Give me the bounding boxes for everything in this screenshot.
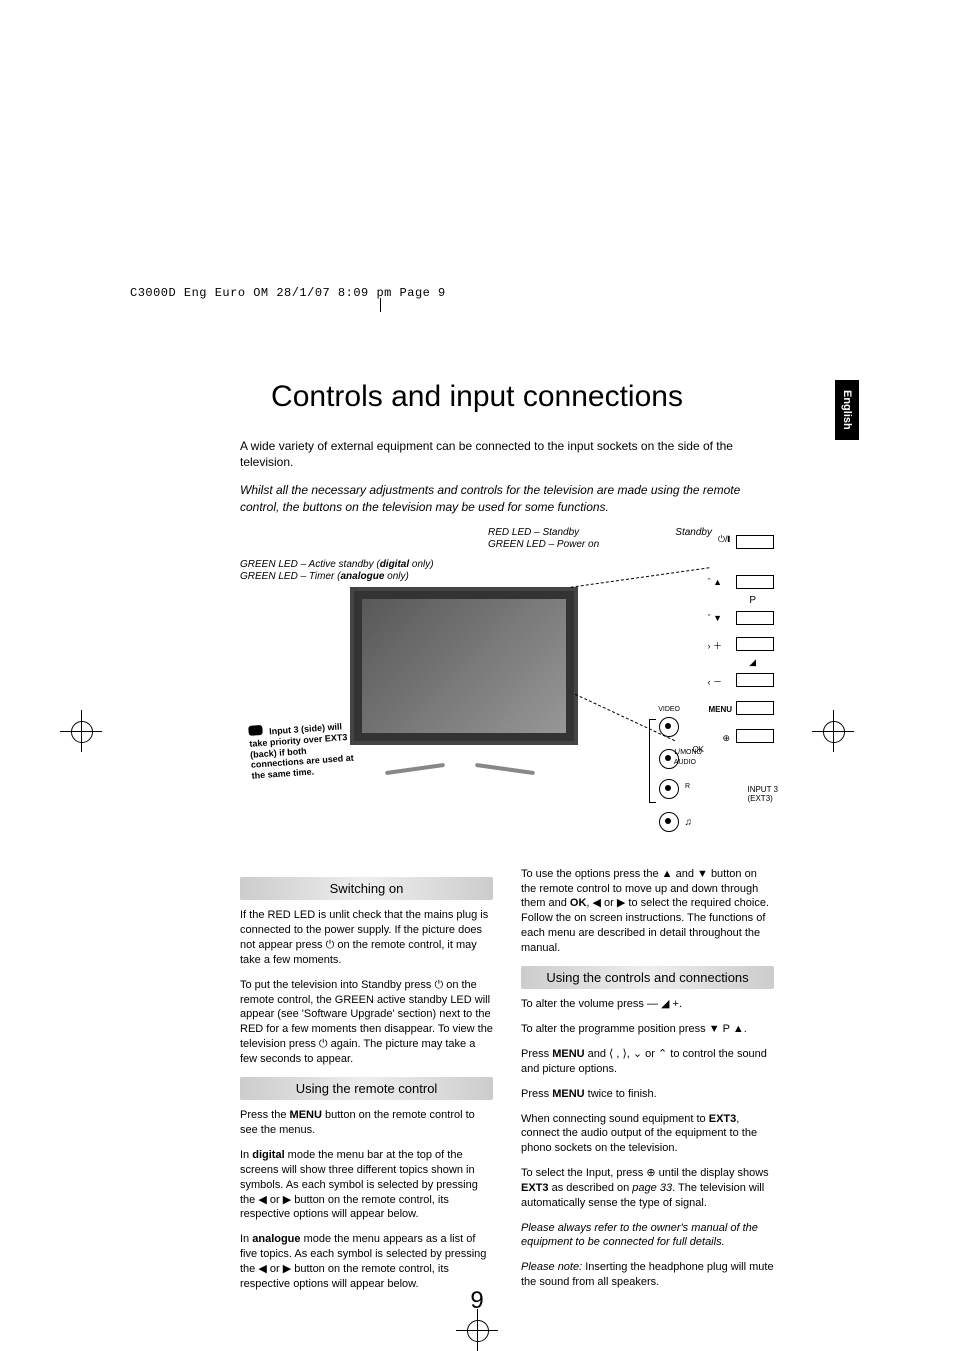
controls-p8: Please note: Inserting the headphone plu…: [521, 1260, 774, 1290]
switching-on-p2: To put the television into Standby press…: [240, 978, 493, 1067]
remote-p2: In digital mode the menu bar at the top …: [240, 1148, 493, 1222]
print-job-header: C3000D Eng Euro OM 28/1/07 8:09 pm Page …: [130, 286, 446, 300]
video-jack[interactable]: [659, 717, 679, 737]
registration-mark: [380, 298, 381, 312]
led-label-standby: RED LED – Standby GREEN LED – Power on: [488, 527, 599, 552]
controls-p1: To alter the volume press — ◢ +.: [521, 997, 774, 1012]
note-clip-icon: [248, 725, 263, 736]
right-column: To use the options press the ▲ and ▼ but…: [521, 867, 774, 1302]
leader-line: [571, 567, 710, 587]
priority-note: Input 3 (side) will take priority over E…: [248, 718, 362, 782]
registration-mark-right: [812, 710, 854, 752]
arrow-down-icon: ˇ ▼: [708, 613, 722, 623]
audio-label: AUDIO: [674, 759, 696, 766]
panel-vol-up-button[interactable]: [736, 637, 774, 651]
panel-input-button[interactable]: [736, 729, 774, 743]
registration-mark-bottom: [456, 1309, 498, 1351]
standby-text-label: Standby: [675, 527, 712, 540]
remote-p1: Press the MENU button on the remote cont…: [240, 1108, 493, 1138]
manual-page: C3000D Eng Euro OM 28/1/07 8:09 pm Page …: [0, 0, 954, 1351]
controls-p7: Please always refer to the owner's manua…: [521, 1221, 774, 1251]
plus-icon: › ＋: [708, 639, 723, 652]
l-mono-label: L/MONO: [674, 749, 702, 756]
page-title: Controls and input connections: [70, 380, 884, 414]
intro-line-1: A wide variety of external equipment can…: [240, 438, 774, 470]
content-columns: Switching on If the RED LED is unlit che…: [240, 867, 774, 1302]
video-label: VIDEO: [658, 706, 680, 713]
remote-p3: In analogue mode the menu appears as a l…: [240, 1232, 493, 1291]
audio-r-jack[interactable]: [659, 779, 679, 799]
tv-stand-illustration: [395, 741, 525, 771]
arrow-up-icon: ˆ ▲: [708, 577, 722, 587]
controls-p2: To alter the programme position press ▼ …: [521, 1022, 774, 1037]
intro-block: A wide variety of external equipment can…: [240, 438, 774, 515]
registration-mark-left: [60, 710, 102, 752]
panel-prog-down-button[interactable]: [736, 611, 774, 625]
switching-on-p1: If the RED LED is unlit check that the m…: [240, 908, 493, 967]
panel-standby-button[interactable]: [736, 535, 774, 549]
section-heading-switching-on: Switching on: [240, 877, 493, 901]
tv-illustration: [350, 587, 578, 745]
tv-diagram: RED LED – Standby GREEN LED – Power on S…: [240, 527, 774, 847]
panel-prog-up-button[interactable]: [736, 575, 774, 589]
left-column: Switching on If the RED LED is unlit che…: [240, 867, 493, 1302]
controls-p3: Press MENU and ⟨ , ⟩, ⌄ or ⌃ to control …: [521, 1047, 774, 1077]
input3-label: INPUT 3(EXT3): [747, 785, 778, 803]
p-icon: P: [749, 595, 756, 606]
headphone-jack[interactable]: [659, 812, 679, 832]
standby-icon: ⏻/❙: [718, 534, 730, 545]
led-label-active-standby: GREEN LED – Active standby (digital only…: [240, 559, 434, 584]
options-p: To use the options press the ▲ and ▼ but…: [521, 867, 774, 956]
headphone-icon: ♫: [685, 817, 693, 828]
section-heading-remote: Using the remote control: [240, 1077, 493, 1101]
r-label: R: [685, 783, 690, 790]
volume-icon: ◢: [749, 657, 756, 668]
controls-p6: To select the Input, press ⊕ until the d…: [521, 1166, 774, 1211]
menu-label: MENU: [708, 705, 732, 714]
section-heading-controls: Using the controls and connections: [521, 966, 774, 990]
jack-bracket: [649, 719, 656, 803]
minus-icon: ‹ －: [708, 675, 723, 688]
panel-menu-button[interactable]: [736, 701, 774, 715]
panel-vol-down-button[interactable]: [736, 673, 774, 687]
controls-p4: Press MENU twice to finish.: [521, 1087, 774, 1102]
input-icon: ⊕: [722, 733, 730, 744]
intro-line-2: Whilst all the necessary adjustments and…: [240, 482, 774, 514]
controls-p5: When connecting sound equipment to EXT3,…: [521, 1112, 774, 1157]
leader-line: [575, 694, 675, 741]
language-tab: English: [835, 380, 859, 440]
